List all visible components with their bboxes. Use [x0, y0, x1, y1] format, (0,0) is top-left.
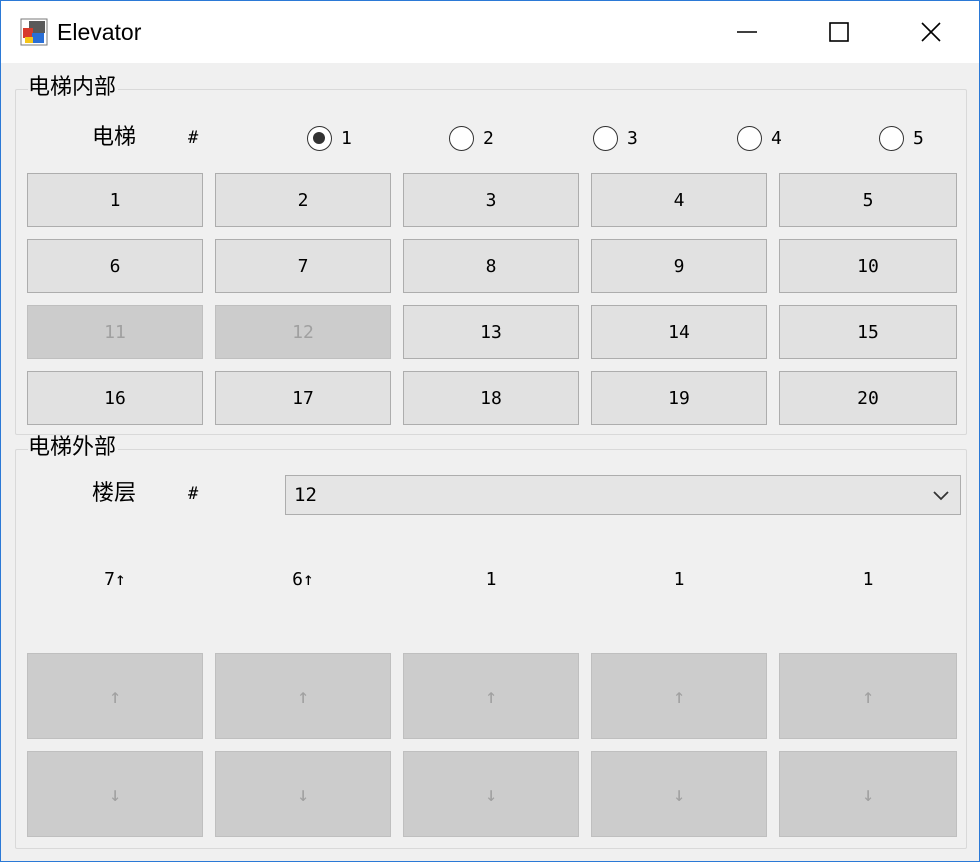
minimize-button[interactable]: [701, 1, 793, 63]
radio-label: 1: [341, 127, 352, 149]
elevator-radio-1[interactable]: 1: [307, 124, 352, 152]
outside-group-legend: 电梯外部: [28, 435, 119, 461]
floor-button-6[interactable]: 6: [27, 239, 203, 293]
radio-label: 3: [627, 127, 638, 149]
down-button-4[interactable]: ↓: [591, 751, 767, 837]
floor-button-9[interactable]: 9: [591, 239, 767, 293]
elevator-radio-3[interactable]: 3: [593, 124, 638, 152]
floor-button-8[interactable]: 8: [403, 239, 579, 293]
floor-button-20[interactable]: 20: [779, 371, 957, 425]
close-button[interactable]: [885, 1, 977, 63]
up-button-2[interactable]: ↑: [215, 653, 391, 739]
floor-select-value: 12: [294, 484, 317, 506]
elevator-radio-5[interactable]: 5: [879, 124, 924, 152]
elevator-radio-2[interactable]: 2: [449, 124, 494, 152]
radio-circle: [449, 125, 474, 151]
radio-circle: [879, 125, 904, 151]
radio-circle: [737, 125, 762, 151]
elevator-label: 电梯: [92, 125, 137, 150]
floor-button-5[interactable]: 5: [779, 173, 957, 227]
chevron-down-icon: [933, 491, 949, 501]
maximize-button[interactable]: [793, 1, 885, 63]
elevator-status-1: 7↑: [104, 569, 126, 590]
floor-button-12[interactable]: 12: [215, 305, 391, 359]
down-button-1[interactable]: ↓: [27, 751, 203, 837]
up-button-3[interactable]: ↑: [403, 653, 579, 739]
floor-button-3[interactable]: 3: [403, 173, 579, 227]
floor-button-1[interactable]: 1: [27, 173, 203, 227]
elevator-radio-4[interactable]: 4: [737, 124, 782, 152]
floor-select[interactable]: 12: [285, 475, 961, 515]
close-icon: [921, 22, 941, 42]
inside-group-legend: 电梯内部: [28, 75, 119, 101]
floor-button-11[interactable]: 11: [27, 305, 203, 359]
floor-button-16[interactable]: 16: [27, 371, 203, 425]
app-icon: [20, 18, 48, 46]
radio-circle: [307, 125, 332, 151]
minimize-icon: [737, 31, 757, 33]
floor-button-14[interactable]: 14: [591, 305, 767, 359]
floor-label: 楼层: [92, 481, 137, 506]
elevator-window: Elevator 电梯内部 电梯 # 1 2 3 4 5 1 2 3 4 5 6…: [0, 0, 980, 862]
floor-button-4[interactable]: 4: [591, 173, 767, 227]
elevator-status-4: 1: [673, 569, 685, 590]
elevator-status-3: 1: [485, 569, 497, 590]
floor-button-15[interactable]: 15: [779, 305, 957, 359]
down-button-2[interactable]: ↓: [215, 751, 391, 837]
floor-button-19[interactable]: 19: [591, 371, 767, 425]
floor-button-18[interactable]: 18: [403, 371, 579, 425]
floor-button-2[interactable]: 2: [215, 173, 391, 227]
up-button-4[interactable]: ↑: [591, 653, 767, 739]
elevator-status-2: 6↑: [292, 569, 314, 590]
elevator-hash-label: #: [188, 128, 199, 148]
elevator-status-5: 1: [862, 569, 874, 590]
down-button-3[interactable]: ↓: [403, 751, 579, 837]
floor-button-13[interactable]: 13: [403, 305, 579, 359]
title-bar[interactable]: Elevator: [1, 1, 979, 63]
radio-circle: [593, 125, 618, 151]
floor-button-10[interactable]: 10: [779, 239, 957, 293]
floor-button-17[interactable]: 17: [215, 371, 391, 425]
up-button-5[interactable]: ↑: [779, 653, 957, 739]
floor-hash-label: #: [188, 484, 199, 504]
up-button-1[interactable]: ↑: [27, 653, 203, 739]
radio-label: 2: [483, 127, 494, 149]
radio-label: 4: [771, 127, 782, 149]
window-title: Elevator: [57, 19, 142, 45]
down-button-5[interactable]: ↓: [779, 751, 957, 837]
maximize-icon: [829, 22, 849, 42]
floor-button-7[interactable]: 7: [215, 239, 391, 293]
radio-label: 5: [913, 127, 924, 149]
